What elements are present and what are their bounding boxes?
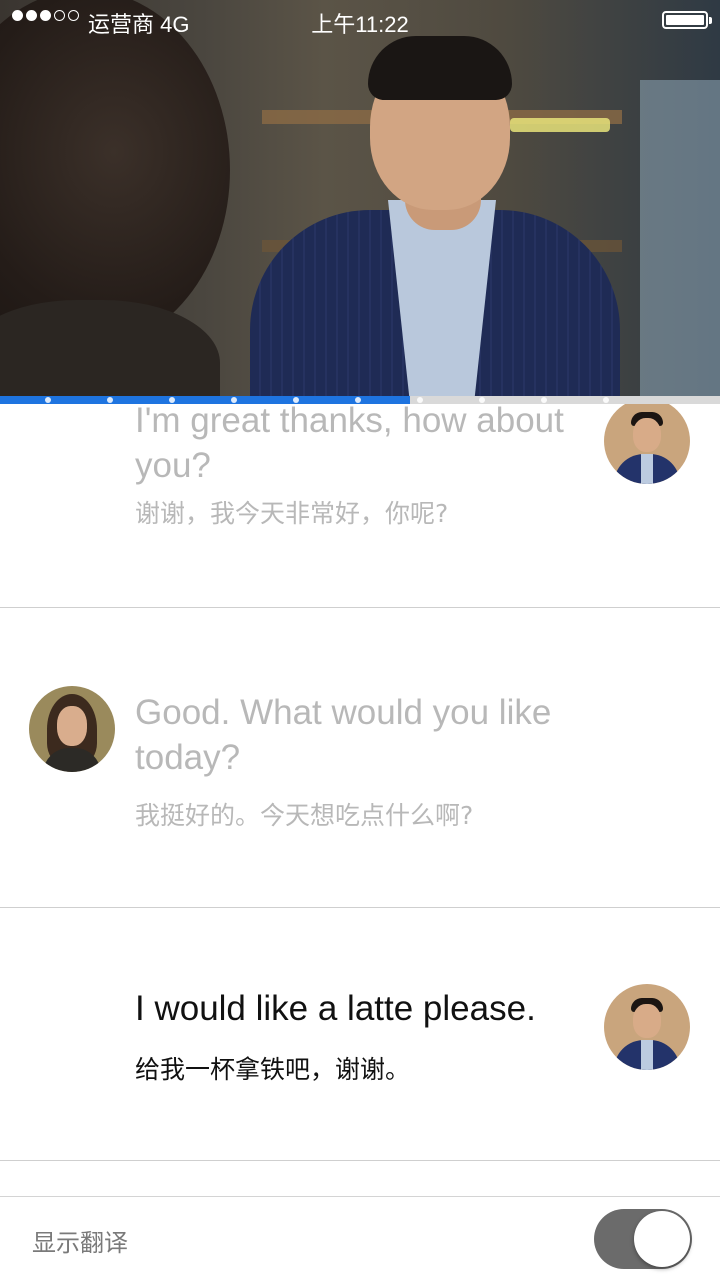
show-translation-label: 显示翻译 bbox=[32, 1229, 128, 1257]
transcript-item[interactable]: Good. What would you like today? 我挺好的。今天… bbox=[0, 608, 720, 908]
chinese-translation: 给我一杯拿铁吧，谢谢。 bbox=[135, 1055, 411, 1084]
segment-marker[interactable] bbox=[293, 397, 299, 403]
segment-marker[interactable] bbox=[45, 397, 51, 403]
status-time: 上午11:22 bbox=[311, 12, 409, 37]
transcript-list[interactable]: I'm great thanks, how about you? 谢谢，我今天非… bbox=[0, 404, 720, 1196]
video-progress-bar[interactable] bbox=[0, 396, 720, 404]
segment-marker[interactable] bbox=[231, 397, 237, 403]
segment-marker[interactable] bbox=[355, 397, 361, 403]
english-line: I would like a latte please. bbox=[135, 989, 536, 1028]
toggle-knob bbox=[634, 1211, 690, 1267]
bottom-bar: 显示翻译 bbox=[0, 1196, 720, 1280]
status-bar: 运营商 4G 上午11:22 bbox=[0, 0, 720, 40]
video-scene-fridge bbox=[640, 80, 720, 398]
segment-marker[interactable] bbox=[603, 397, 609, 403]
segment-marker[interactable] bbox=[479, 397, 485, 403]
english-line: I'm great thanks, how about you? bbox=[135, 404, 564, 485]
chinese-translation: 我挺好的。今天想吃点什么啊? bbox=[135, 801, 474, 830]
video-player[interactable] bbox=[0, 0, 720, 398]
video-woman-head bbox=[0, 0, 230, 350]
segment-marker[interactable] bbox=[107, 397, 113, 403]
battery-full-icon bbox=[662, 11, 712, 29]
show-translation-toggle[interactable] bbox=[594, 1209, 692, 1269]
video-scene-light bbox=[510, 118, 610, 132]
speaker-avatar-man bbox=[604, 404, 690, 484]
segment-marker[interactable] bbox=[169, 397, 175, 403]
chinese-translation: 谢谢，我今天非常好，你呢? bbox=[135, 499, 449, 528]
speaker-avatar-woman bbox=[29, 686, 115, 772]
english-line: Good. What would you like today? bbox=[135, 693, 552, 777]
video-progress-fill bbox=[0, 396, 411, 404]
transcript-item[interactable]: I'm great thanks, how about you? 谢谢，我今天非… bbox=[0, 404, 720, 608]
video-man-hair bbox=[368, 36, 512, 100]
transcript-item-active[interactable]: I would like a latte please. 给我一杯拿铁吧，谢谢。 bbox=[0, 908, 720, 1161]
segment-marker[interactable] bbox=[417, 397, 423, 403]
video-woman-shoulder bbox=[0, 300, 220, 398]
speaker-avatar-man bbox=[604, 984, 690, 1070]
segment-marker[interactable] bbox=[541, 397, 547, 403]
